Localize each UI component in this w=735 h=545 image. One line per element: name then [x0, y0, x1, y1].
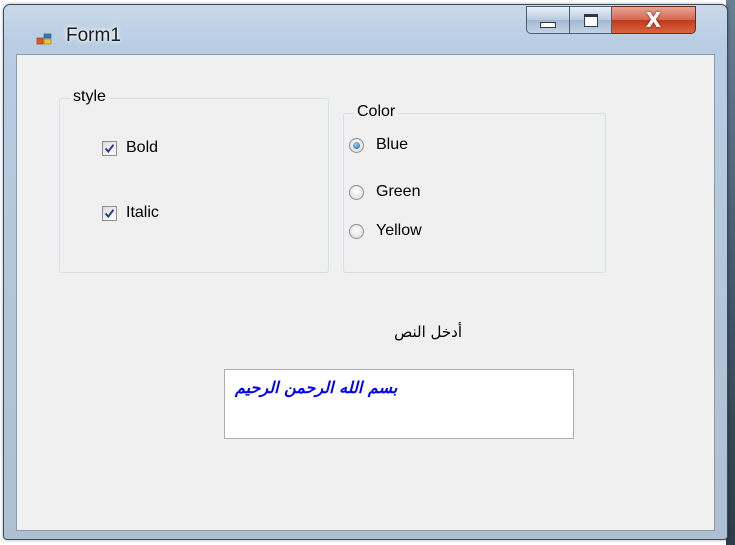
window-title: Form1 — [66, 25, 121, 46]
input-label: أدخل النص — [394, 323, 462, 341]
italic-checkbox[interactable] — [102, 205, 117, 221]
radio-dot-icon — [353, 141, 360, 149]
maximize-button[interactable] — [570, 6, 612, 34]
radio-yellow[interactable] — [349, 223, 364, 239]
checkmark-icon — [104, 143, 115, 153]
style-groupbox: style Bold Italic — [59, 88, 329, 273]
minimize-button[interactable] — [526, 6, 570, 34]
radio-green-row[interactable]: Green — [349, 183, 420, 201]
radio-yellow-label: Yellow — [376, 222, 422, 239]
bold-label: Bold — [126, 139, 159, 156]
color-group-legend: Color — [354, 103, 399, 121]
bold-checkbox-row[interactable]: Bold — [102, 139, 158, 157]
italic-checkbox-row[interactable]: Italic — [102, 204, 159, 222]
checkmark-icon — [104, 208, 115, 218]
bold-checkbox[interactable] — [102, 140, 117, 156]
close-button[interactable]: X — [612, 6, 696, 34]
radio-green[interactable] — [349, 184, 364, 200]
minimize-icon — [540, 22, 556, 28]
text-input[interactable]: بسم الله الرحمن الرحيم — [224, 369, 574, 439]
color-groupbox: Color Blue Green Yellow — [343, 103, 606, 273]
form-window-icon[interactable] — [36, 31, 52, 47]
style-group-legend: style — [70, 88, 109, 106]
title-bar[interactable]: Form1 X — [4, 5, 727, 57]
italic-label: Italic — [126, 204, 159, 221]
form-window: Form1 X style Bold Italic Color Blue Gre… — [3, 4, 728, 540]
radio-blue[interactable] — [349, 137, 364, 153]
form-client-area: style Bold Italic Color Blue Green Yello… — [16, 54, 715, 531]
radio-green-label: Green — [376, 183, 421, 200]
radio-yellow-row[interactable]: Yellow — [349, 222, 422, 240]
radio-blue-row[interactable]: Blue — [349, 136, 408, 154]
radio-blue-label: Blue — [376, 136, 409, 153]
maximize-icon — [583, 13, 598, 27]
caption-buttons: X — [526, 6, 696, 36]
close-icon: X — [645, 8, 662, 32]
